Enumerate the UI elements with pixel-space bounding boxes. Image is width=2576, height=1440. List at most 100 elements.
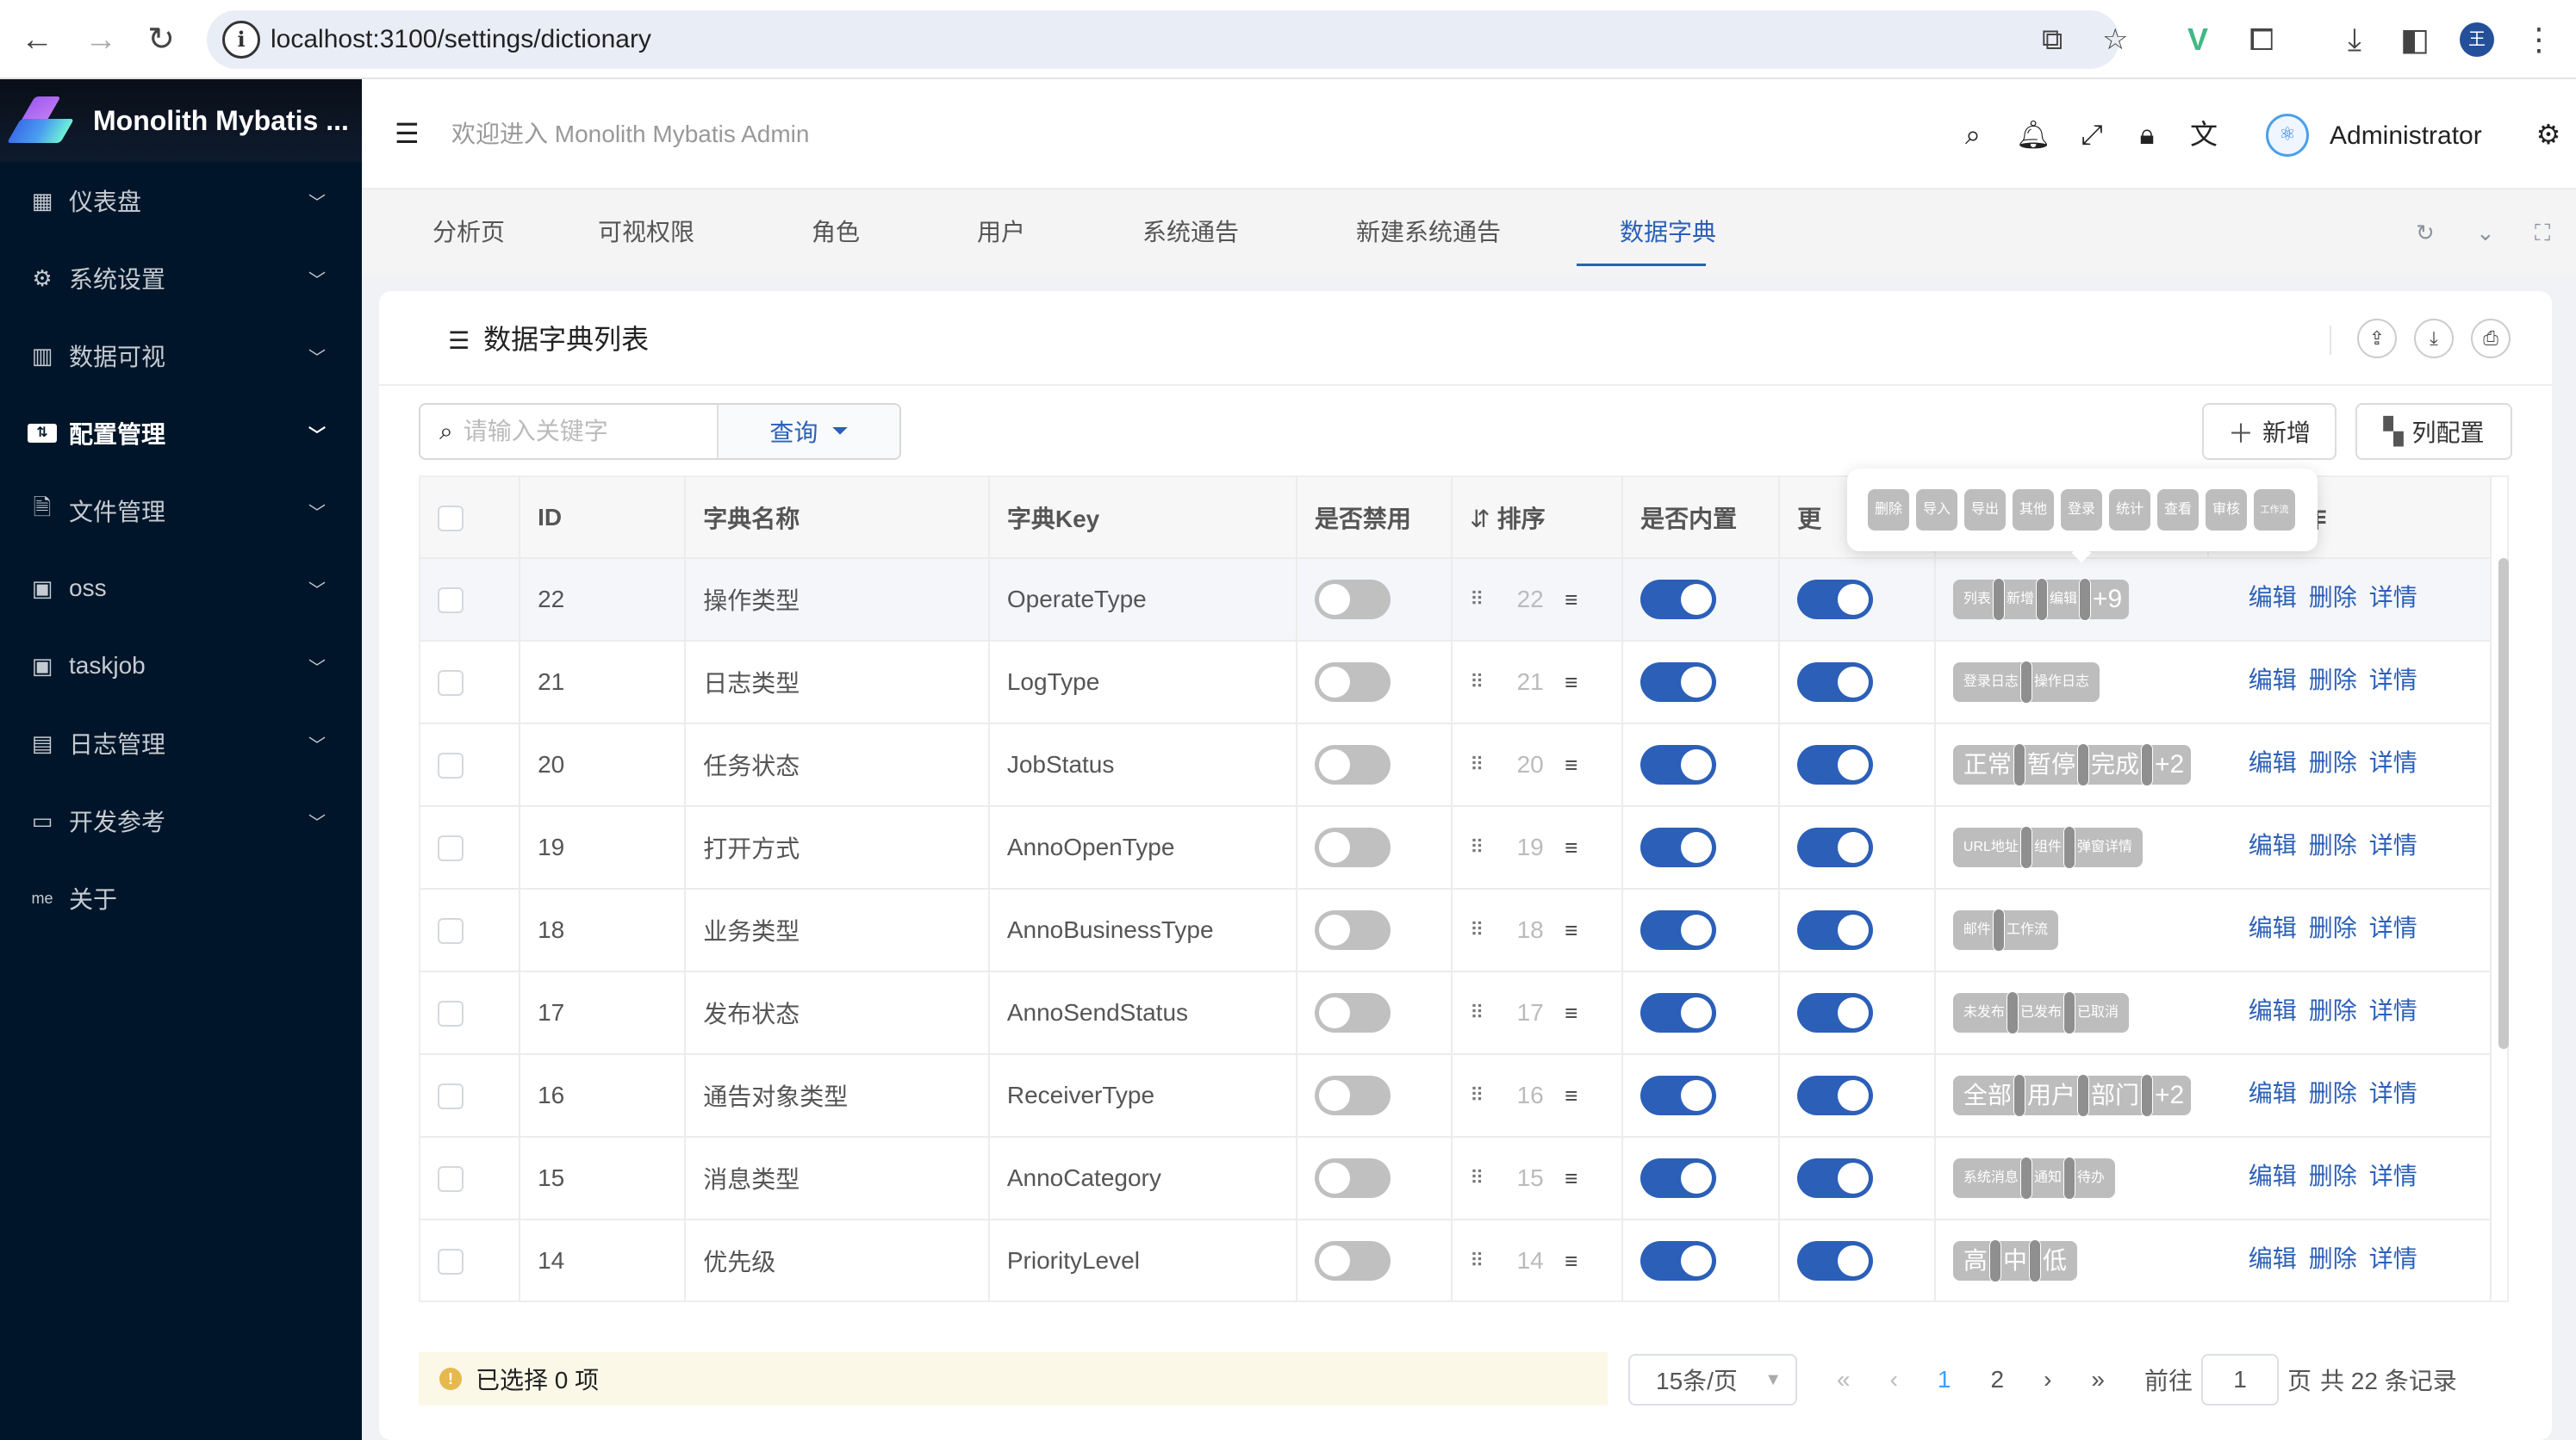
- back-icon[interactable]: ←: [16, 19, 59, 60]
- sort-menu-icon[interactable]: ≡: [1565, 669, 1577, 696]
- row-checkbox[interactable]: [438, 587, 464, 614]
- updatable-toggle[interactable]: [1797, 580, 1874, 619]
- sidebar-item-2[interactable]: ▥ 数据可视 ﹀: [0, 317, 362, 394]
- row-checkbox[interactable]: [438, 1249, 464, 1276]
- builtin-toggle[interactable]: [1640, 828, 1717, 867]
- page-2[interactable]: 2: [1990, 1366, 2004, 1393]
- drag-handle-icon[interactable]: ⠿: [1470, 836, 1504, 859]
- delete-link[interactable]: 删除: [2309, 832, 2357, 859]
- updatable-toggle[interactable]: [1797, 745, 1874, 785]
- sidebar-item-8[interactable]: ▭ 开发参考 ﹀: [0, 782, 362, 860]
- row-checkbox[interactable]: [438, 835, 464, 862]
- detail-link[interactable]: 详情: [2369, 915, 2417, 941]
- row-checkbox[interactable]: [438, 670, 464, 697]
- bookmark-star-icon[interactable]: ☆: [2102, 22, 2128, 57]
- add-button[interactable]: ＋ 新增: [2202, 403, 2336, 460]
- export-download-icon[interactable]: ⤓: [2414, 319, 2454, 358]
- tab-maximize-icon[interactable]: ⛶: [2535, 215, 2550, 250]
- edit-link[interactable]: 编辑: [2249, 1245, 2297, 1272]
- edit-link[interactable]: 编辑: [2249, 1080, 2297, 1107]
- edit-link[interactable]: 编辑: [2249, 749, 2297, 776]
- disabled-toggle[interactable]: [1314, 745, 1391, 785]
- dictionary-items-tags[interactable]: URL地址 组件 弹窗详情: [1952, 826, 2143, 869]
- print-icon[interactable]: ⎙: [2471, 319, 2511, 358]
- detail-link[interactable]: 详情: [2369, 749, 2417, 776]
- detail-link[interactable]: 详情: [2369, 1245, 2417, 1272]
- tab-visual-permission[interactable]: 可视权限: [598, 215, 694, 250]
- updatable-toggle[interactable]: [1797, 1241, 1874, 1281]
- download-icon[interactable]: ⤓: [2333, 19, 2376, 60]
- row-checkbox[interactable]: [438, 918, 464, 945]
- builtin-toggle[interactable]: [1640, 1241, 1717, 1281]
- sort-menu-icon[interactable]: ≡: [1565, 1165, 1577, 1192]
- column-header-name[interactable]: 字典名称: [685, 477, 990, 559]
- delete-link[interactable]: 删除: [2309, 584, 2357, 611]
- detail-link[interactable]: 详情: [2369, 1163, 2417, 1189]
- edit-link[interactable]: 编辑: [2249, 667, 2297, 693]
- side-panel-icon[interactable]: ◧: [2393, 19, 2436, 60]
- reload-icon[interactable]: ↻: [140, 19, 183, 60]
- row-checkbox[interactable]: [438, 1083, 464, 1110]
- drag-handle-icon[interactable]: ⠿: [1470, 1167, 1504, 1189]
- import-cloud-upload-icon[interactable]: ⇪: [2357, 319, 2397, 358]
- builtin-toggle[interactable]: [1640, 580, 1717, 619]
- sort-menu-icon[interactable]: ≡: [1565, 835, 1577, 861]
- disabled-toggle[interactable]: [1314, 910, 1391, 950]
- user-name[interactable]: Administrator: [2330, 117, 2482, 155]
- dictionary-items-tags[interactable]: 高中低: [1952, 1239, 2077, 1282]
- sidebar-item-3[interactable]: ⇅ 配置管理 ﹀: [0, 394, 362, 472]
- search-icon[interactable]: ⌕: [1954, 115, 1992, 153]
- column-config-button[interactable]: ▚ 列配置: [2355, 403, 2512, 460]
- lock-screen-icon[interactable]: 🔒︎: [2128, 115, 2166, 153]
- tab-dropdown-icon[interactable]: ⌄: [2476, 215, 2495, 250]
- detail-link[interactable]: 详情: [2369, 667, 2417, 693]
- language-translate-icon[interactable]: 文: [2185, 115, 2223, 153]
- drag-handle-icon[interactable]: ⠿: [1470, 1002, 1504, 1024]
- builtin-toggle[interactable]: [1640, 1158, 1717, 1198]
- builtin-toggle[interactable]: [1640, 662, 1717, 702]
- sidebar-item-4[interactable]: 🗎 文件管理 ﹀: [0, 472, 362, 549]
- builtin-toggle[interactable]: [1640, 1076, 1717, 1115]
- table-row[interactable]: 19打开方式AnnoOpenType⠿19≡URL地址组件弹窗详情🗟编辑删除详情: [420, 806, 2492, 890]
- column-header-disabled[interactable]: 是否禁用: [1296, 477, 1453, 559]
- drag-handle-icon[interactable]: ⠿: [1470, 754, 1504, 776]
- sidebar-item-1[interactable]: ⚙ 系统设置 ﹀: [0, 239, 362, 317]
- goto-page-input[interactable]: [2200, 1354, 2279, 1406]
- settings-gear-icon[interactable]: ⚙: [2529, 115, 2567, 153]
- tab-users[interactable]: 用户: [977, 215, 1025, 250]
- disabled-toggle[interactable]: [1314, 662, 1391, 702]
- table-row[interactable]: 17发布状态AnnoSendStatus⠿17≡未发布已发布已取消🗟编辑删除详情: [420, 971, 2492, 1055]
- user-avatar[interactable]: ⚛: [2266, 114, 2309, 157]
- dictionary-items-tags[interactable]: 列表 新增 编辑 +9: [1952, 578, 2130, 621]
- page-1[interactable]: 1: [1938, 1366, 1951, 1393]
- table-row[interactable]: 16通告对象类型ReceiverType⠿16≡全部用户部门+2🗟编辑删除详情: [420, 1054, 2492, 1138]
- disabled-toggle[interactable]: [1314, 828, 1391, 867]
- sidebar-item-0[interactable]: ▦ 仪表盘 ﹀: [0, 162, 362, 239]
- disabled-toggle[interactable]: [1314, 580, 1391, 619]
- extensions-icon[interactable]: ⧠: [2240, 19, 2283, 60]
- table-row[interactable]: 22操作类型OperateType⠿22≡列表新增编辑+9🗟编辑删除详情: [420, 558, 2492, 642]
- detail-link[interactable]: 详情: [2369, 832, 2417, 859]
- updatable-toggle[interactable]: [1797, 910, 1874, 950]
- table-row[interactable]: 14优先级PriorityLevel⠿14≡高中低🗟编辑删除详情: [420, 1220, 2492, 1300]
- more-tags-count[interactable]: +9: [2089, 585, 2122, 614]
- sort-menu-icon[interactable]: ≡: [1565, 1000, 1577, 1027]
- edit-link[interactable]: 编辑: [2249, 997, 2297, 1024]
- builtin-toggle[interactable]: [1640, 910, 1717, 950]
- dictionary-items-tags[interactable]: 未发布 已发布 已取消: [1952, 991, 2129, 1034]
- disabled-toggle[interactable]: [1314, 1076, 1391, 1115]
- dictionary-items-tags[interactable]: 全部 用户 部门 +2: [1952, 1074, 2192, 1117]
- sort-menu-icon[interactable]: ≡: [1565, 1083, 1577, 1109]
- updatable-toggle[interactable]: [1797, 828, 1874, 867]
- more-menu-icon[interactable]: ⋮: [2517, 19, 2560, 60]
- updatable-toggle[interactable]: [1797, 1076, 1874, 1115]
- table-row[interactable]: 15消息类型AnnoCategory⠿15≡系统消息通知待办🗟编辑删除详情: [420, 1137, 2492, 1220]
- row-checkbox[interactable]: [438, 1166, 464, 1193]
- delete-link[interactable]: 删除: [2309, 1245, 2357, 1272]
- column-header-id[interactable]: ID: [520, 477, 687, 559]
- tab-system-notice[interactable]: 系统通告: [1142, 215, 1239, 250]
- dictionary-items-tags[interactable]: 系统消息 通知 待办: [1952, 1157, 2115, 1200]
- builtin-toggle[interactable]: [1640, 745, 1717, 785]
- vue-devtools-icon[interactable]: V: [2176, 19, 2219, 60]
- drag-handle-icon[interactable]: ⠿: [1470, 588, 1504, 611]
